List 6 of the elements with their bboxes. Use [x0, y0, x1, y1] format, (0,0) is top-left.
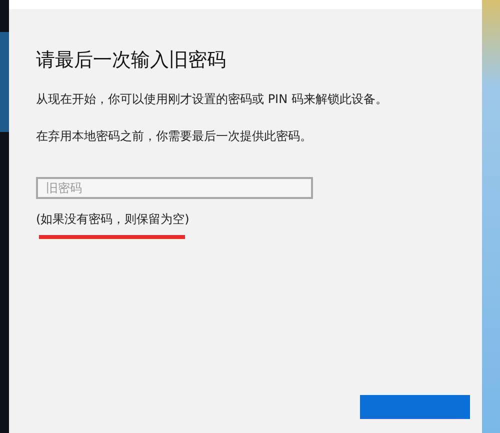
primary-button[interactable]: [360, 395, 470, 419]
hint-text: (如果没有密码，则保留为空): [36, 211, 190, 228]
description-text: 在弃用本地密码之前，你需要最后一次提供此密码。: [36, 128, 313, 145]
dialog-title: 请最后一次输入旧密码: [36, 48, 227, 73]
description-text: 从现在开始，你可以使用刚才设置的密码或 PIN 码来解锁此设备。: [36, 91, 388, 108]
password-field[interactable]: 旧密码: [36, 177, 313, 199]
